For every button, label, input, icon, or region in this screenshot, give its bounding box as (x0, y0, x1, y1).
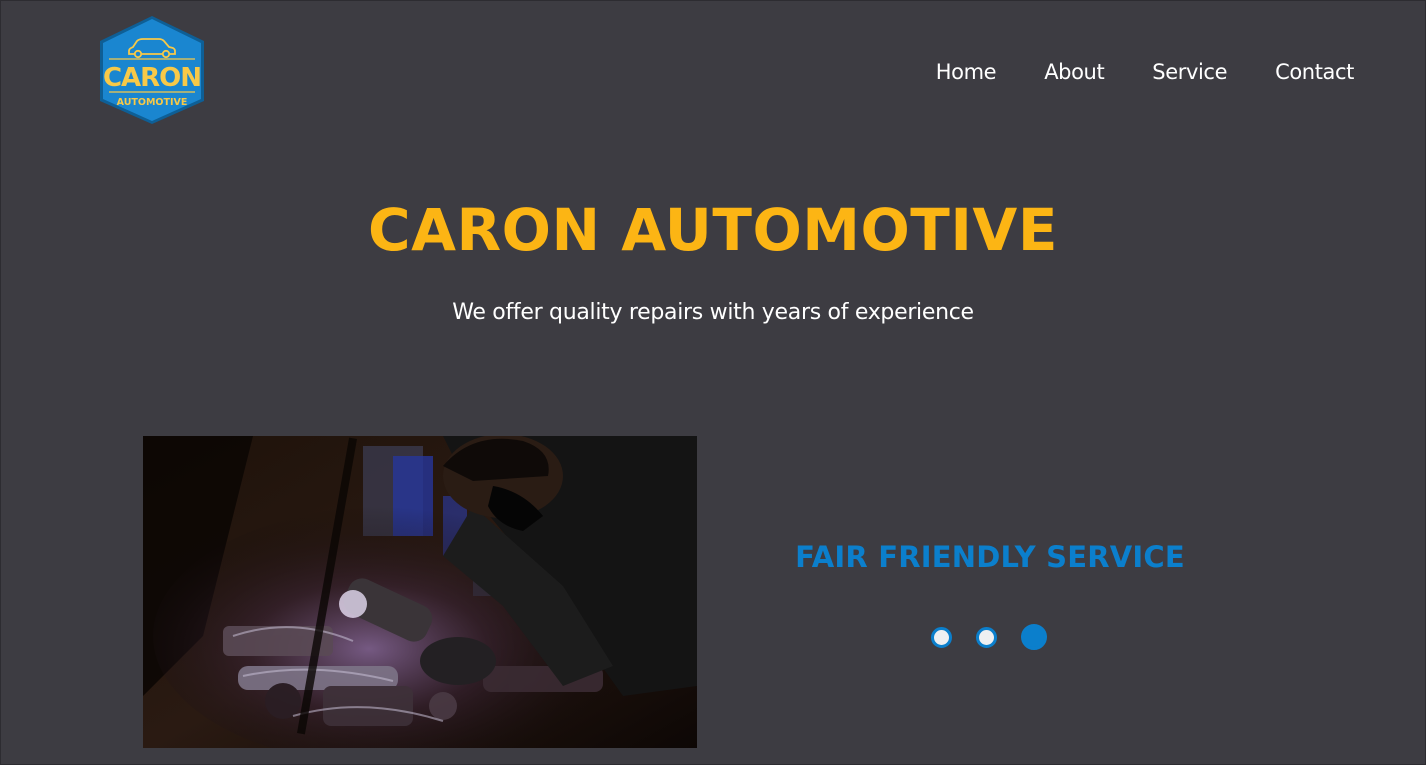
slider-dot-1[interactable] (931, 626, 952, 648)
logo-subtitle: AUTOMOTIVE (117, 97, 188, 108)
main-nav: Home About Service Contact (936, 56, 1355, 88)
hero-title: CARON AUTOMOTIVE (368, 196, 1058, 264)
slider-dots (931, 624, 1047, 650)
logo[interactable]: CARON AUTOMOTIVE (95, 14, 209, 126)
slide-caption: FAIR FRIENDLY SERVICE (795, 540, 1185, 574)
hero-subtitle: We offer quality repairs with years of e… (452, 300, 974, 325)
nav-service-link[interactable]: Service (1152, 56, 1227, 88)
logo-wordmark: CARON (103, 63, 201, 93)
nav-about-link[interactable]: About (1044, 56, 1104, 88)
slider-image (143, 436, 697, 748)
nav-home-link[interactable]: Home (936, 56, 997, 88)
slider-dot-3[interactable] (1021, 624, 1047, 650)
slider-dot-2[interactable] (976, 626, 997, 648)
mechanic-engine-photo (143, 436, 697, 748)
nav-contact-link[interactable]: Contact (1275, 56, 1354, 88)
